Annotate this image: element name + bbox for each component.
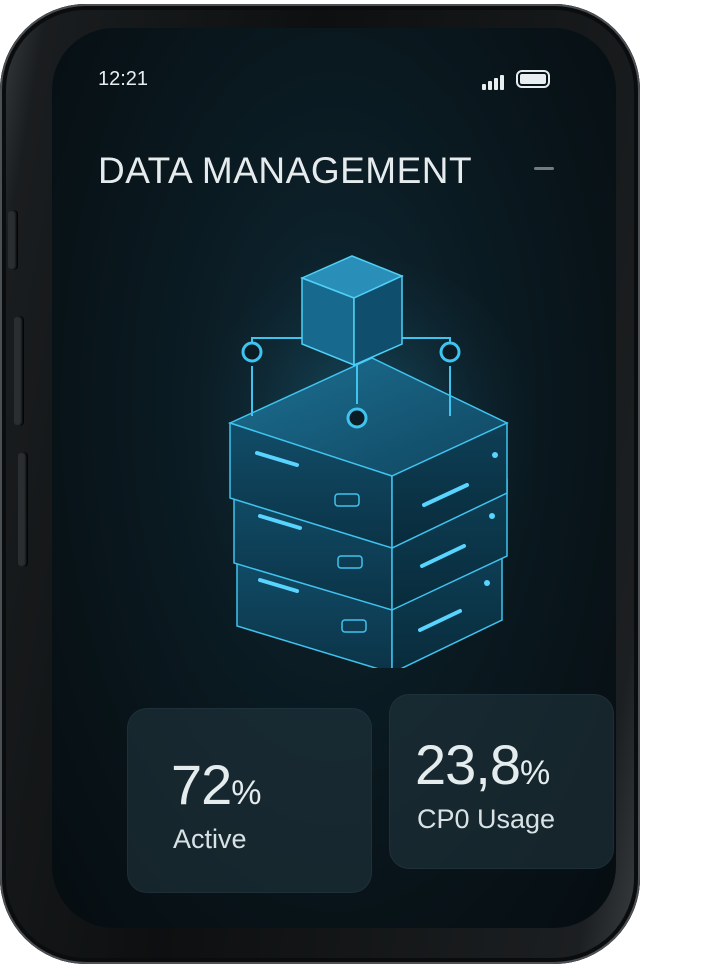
battery-icon	[516, 70, 550, 88]
phone-screen: 12:21 DATA MANAGEMENT 72% Active 23,8% C…	[52, 28, 616, 928]
network-node-icon	[241, 341, 263, 363]
stat-label: Active	[173, 824, 247, 854]
stat-card-cpu-usage: 23,8% CP0 Usage	[389, 694, 614, 869]
menu-dash-icon[interactable]	[534, 167, 554, 170]
status-time: 12:21	[98, 68, 149, 90]
stat-label: CP0 Usage	[417, 804, 556, 834]
status-bar: 12:21	[98, 68, 576, 94]
stat-number: 23,8	[415, 733, 521, 796]
signal-icon	[482, 72, 508, 90]
page-title: DATA MANAGEMENT	[98, 150, 473, 191]
volume-up-button	[14, 316, 24, 426]
stat-value: 72%	[171, 752, 262, 817]
stat-number: 72	[171, 753, 232, 816]
network-node-icon	[439, 341, 461, 363]
stat-value: 23,8%	[415, 732, 550, 797]
network-node-icon	[346, 407, 368, 429]
stat-unit: %	[520, 754, 550, 792]
mute-switch	[8, 210, 18, 270]
stat-unit: %	[231, 774, 261, 812]
phone-frame: 12:21 DATA MANAGEMENT 72% Active 23,8% C…	[0, 4, 640, 964]
server-stack-illustration	[202, 255, 532, 668]
data-cube-icon	[300, 255, 404, 367]
stat-card-active: 72% Active	[127, 708, 372, 893]
volume-down-button	[18, 452, 28, 567]
